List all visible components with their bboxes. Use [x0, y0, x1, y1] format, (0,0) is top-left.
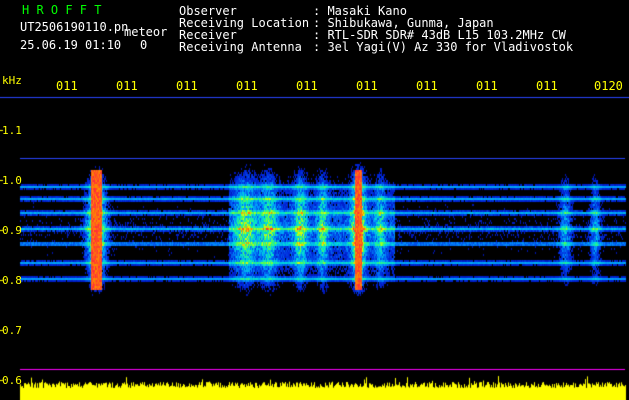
- app-name: H R O F F T: [22, 3, 102, 17]
- time-tick-label: 011: [296, 79, 318, 93]
- time-tick-label: 011: [56, 79, 78, 93]
- time-tick-label: 011: [536, 79, 558, 93]
- time-tick-label: 011: [476, 79, 498, 93]
- freq-tick-label: 0.9: [2, 224, 22, 237]
- time-tick-label: 011: [176, 79, 198, 93]
- freq-tick-label: 0.6: [2, 374, 22, 387]
- waterfall-spectrogram: [0, 0, 629, 400]
- khz-unit-label: kHz: [2, 74, 22, 87]
- time-tick-label: 011: [356, 79, 378, 93]
- time-tick-label: 011: [236, 79, 258, 93]
- filename: UT2506190110.pn: [20, 20, 129, 34]
- antenna-value: : 3el Yagi(V) Az 330 for Vladivostok: [313, 40, 574, 54]
- freq-tick-label: 1.1: [2, 124, 22, 137]
- time-tick-label: 0120: [594, 79, 623, 93]
- datetime: 25.06.19 01:10: [20, 38, 122, 52]
- antenna-label: Receiving Antenna: [179, 40, 302, 54]
- counter: 0: [140, 38, 148, 52]
- time-tick-label: 011: [416, 79, 438, 93]
- freq-tick-label: 0.8: [2, 274, 22, 287]
- time-tick-label: 011: [116, 79, 138, 93]
- freq-tick-label: 1.0: [2, 174, 22, 187]
- freq-tick-label: 0.7: [2, 324, 22, 337]
